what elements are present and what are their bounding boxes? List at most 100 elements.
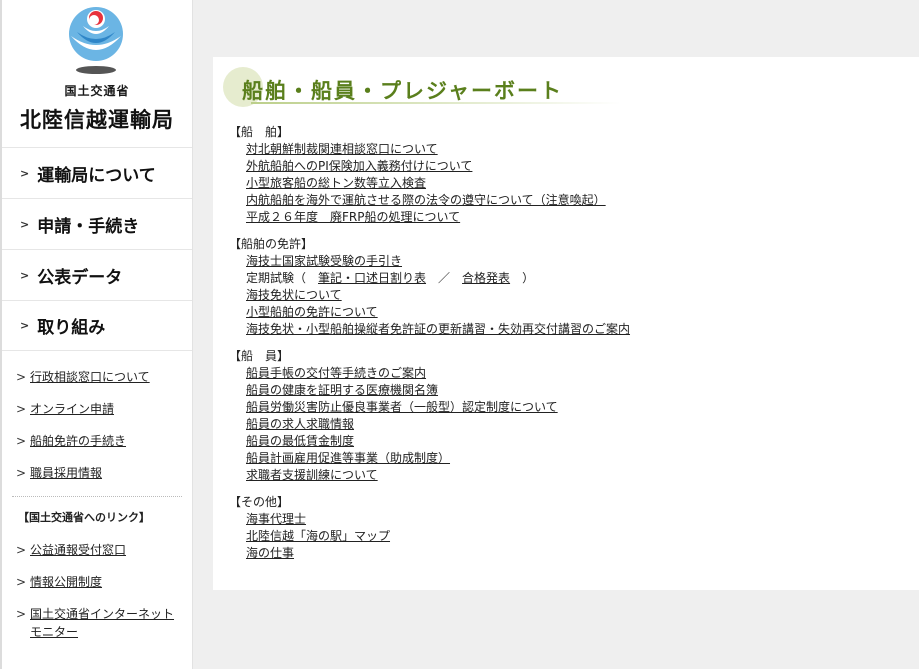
link[interactable]: 求職者支援訓練について [246,468,378,482]
link-list: 海事代理士 北陸信越「海の駅」マップ 海の仕事 [229,511,630,562]
nav-item-label: 運輸局について [37,165,156,186]
title-underline [251,102,621,104]
list-item: 船員労働災害防止優良事業者（一般型）認定制度について [246,399,630,416]
link[interactable]: 海の仕事 [246,546,294,560]
nav-item-label: 公表データ [37,267,123,288]
list-item: 船員の最低賃金制度 [246,433,630,450]
list-item: 小型旅客船の総トン数等立入検査 [246,175,630,192]
link[interactable]: 船員の求人求職情報 [246,417,354,431]
chevron-right-icon: > [20,217,30,231]
list-item: 海の仕事 [246,545,630,562]
section-other: 【その他】 海事代理士 北陸信越「海の駅」マップ 海の仕事 [229,494,630,562]
chevron-right-icon: > [20,319,30,332]
nav-item-label: 申請・手続き [37,216,140,237]
section-heading: 【船 舶】 [229,125,290,139]
exam-line-separator: ／ [426,271,463,285]
sub-link-text[interactable]: 行政相談窓口について [30,368,150,386]
link[interactable]: 海事代理士 [246,512,306,526]
sidebar: 国土交通省 北陸信越運輸局 > 運輸局について > 申請・手続き > 公表データ… [0,0,193,669]
chevron-right-icon: > [20,268,30,282]
chevron-right-icon: > [16,607,27,621]
bureau-name: 北陸信越運輸局 [20,108,174,132]
list-item: 船員の健康を証明する医療機関名簿 [246,382,630,399]
nav-item-applications[interactable]: > 申請・手続き [2,198,192,249]
list-item: 外航船舶へのPI保険加入義務付けについて [246,158,630,175]
mlit-links-heading: 【国土交通省へのリンク】 [18,511,150,524]
link[interactable]: 船員の健康を証明する医療機関名簿 [246,383,438,397]
list-item: 海技免状について [246,287,630,304]
link[interactable]: 海技免状・小型船舶操縦者免許証の更新講習・失効再交付講習のご案内 [246,322,630,336]
nav-item-label: 取り組み [37,318,106,338]
chevron-right-icon: > [16,466,27,480]
section-ship-license: 【船舶の免許】 海技士国家試験受験の手引き 定期試験（ 筆記・口述日割り表 ／ … [229,236,630,338]
list-item: 海技免状・小型船舶操縦者免許証の更新講習・失効再交付講習のご案内 [246,321,630,338]
section-ships: 【船 舶】 対北朝鮮制裁関連相談窓口について 外航船舶へのPI保険加入義務付けに… [229,124,630,226]
list-item: 小型船舶の免許について [246,304,630,321]
sub-link-ship-license: > 船舶免許の手続き [2,432,192,450]
section-heading: 【その他】 [229,495,290,509]
mlit-link-internet-monitor: > 国土交通省インターネットモニター [2,605,192,641]
sub-links: > 行政相談窓口について > オンライン申請 > 船舶免許の手続き > 職員採用… [2,351,192,482]
list-item: 求職者支援訓練について [246,467,630,484]
exam-line: 定期試験（ 筆記・口述日割り表 ／ 合格発表 ） [246,270,630,287]
link[interactable]: 海技免状について [246,288,342,302]
link[interactable]: 平成２６年度 廃FRP船の処理について [246,210,460,224]
mlit-link-text[interactable]: 公益通報受付窓口 [30,541,126,559]
link-list: 対北朝鮮制裁関連相談窓口について 外航船舶へのPI保険加入義務付けについて 小型… [229,141,630,226]
mlit-link-text[interactable]: 国土交通省インターネットモニター [30,605,180,641]
exam-schedule-link[interactable]: 筆記・口述日割り表 [318,271,426,285]
sub-link-online-application: > オンライン申請 [2,400,192,418]
link-list: 船員手帳の交付等手続きのご案内 船員の健康を証明する医療機関名簿 船員労働災害防… [229,365,630,484]
link[interactable]: 船員労働災害防止優良事業者（一般型）認定制度について [246,400,558,414]
link[interactable]: 対北朝鮮制裁関連相談窓口について [246,142,438,156]
link[interactable]: 小型船舶の免許について [246,305,378,319]
link[interactable]: 北陸信越「海の駅」マップ [246,529,390,543]
link-sections: 【船 舶】 対北朝鮮制裁関連相談窓口について 外航船舶へのPI保険加入義務付けに… [229,124,630,572]
chevron-right-icon: > [20,166,30,180]
main-nav: > 運輸局について > 申請・手続き > 公表データ > 取り組み [2,147,192,351]
chevron-right-icon: > [16,543,27,557]
list-item: 船員の求人求職情報 [246,416,630,433]
chevron-right-icon: > [16,370,27,384]
list-item: 海事代理士 [246,511,630,528]
list-item: 海技士国家試験受験の手引き [246,253,630,270]
exam-line-prefix: 定期試験（ [246,271,319,285]
mlit-links: > 公益通報受付窓口 > 情報公開制度 > 国土交通省インターネットモニター [2,541,192,641]
mlit-link-disclosure: > 情報公開制度 [2,573,192,591]
sub-link-recruitment: > 職員採用情報 [2,464,192,482]
list-item: 対北朝鮮制裁関連相談窓口について [246,141,630,158]
exam-line-suffix: ） [510,271,535,285]
link[interactable]: 海技士国家試験受験の手引き [246,254,402,268]
page-title-block: 船舶・船員・プレジャーボート [223,67,623,109]
content-panel: 船舶・船員・プレジャーボート 【船 舶】 対北朝鮮制裁関連相談窓口について 外航… [213,57,919,590]
mlit-emblem-icon [69,7,123,74]
link[interactable]: 外航船舶へのPI保険加入義務付けについて [246,159,472,173]
list-item: 内航船舶を海外で運航させる際の法令の遵守について（注意喚起） [246,192,630,209]
link[interactable]: 小型旅客船の総トン数等立入検査 [246,176,426,190]
sub-link-text[interactable]: 職員採用情報 [30,464,102,482]
link[interactable]: 船員計画雇用促進等事業（助成制度） [246,451,450,465]
link[interactable]: 内航船舶を海外で運航させる際の法令の遵守について（注意喚起） [246,193,606,207]
mlit-link-text[interactable]: 情報公開制度 [30,573,102,591]
section-heading: 【船 員】 [229,349,290,363]
sub-link-text[interactable]: オンライン申請 [30,400,114,418]
page-title: 船舶・船員・プレジャーボート [242,79,563,103]
nav-item-public-data[interactable]: > 公表データ [2,249,192,300]
mlit-link-whistleblower: > 公益通報受付窓口 [2,541,192,559]
chevron-right-icon: > [16,402,27,416]
sub-link-text[interactable]: 船舶免許の手続き [30,432,126,450]
sub-link-consultation: > 行政相談窓口について [2,368,192,386]
ministry-name: 国土交通省 [64,84,130,98]
nav-item-about[interactable]: > 運輸局について [2,147,192,198]
chevron-right-icon: > [16,575,27,589]
list-item: 北陸信越「海の駅」マップ [246,528,630,545]
exam-results-link[interactable]: 合格発表 [462,271,510,285]
link[interactable]: 船員の最低賃金制度 [246,434,354,448]
nav-item-initiatives[interactable]: > 取り組み [2,300,192,351]
list-item: 船員手帳の交付等手続きのご案内 [246,365,630,382]
list-item: 船員計画雇用促進等事業（助成制度） [246,450,630,467]
link-list: 海技士国家試験受験の手引き 定期試験（ 筆記・口述日割り表 ／ 合格発表 ） 海… [229,253,630,338]
link[interactable]: 船員手帳の交付等手続きのご案内 [246,366,426,380]
list-item: 平成２６年度 廃FRP船の処理について [246,209,630,226]
site-logo[interactable]: 国土交通省 北陸信越運輸局 [2,0,192,147]
